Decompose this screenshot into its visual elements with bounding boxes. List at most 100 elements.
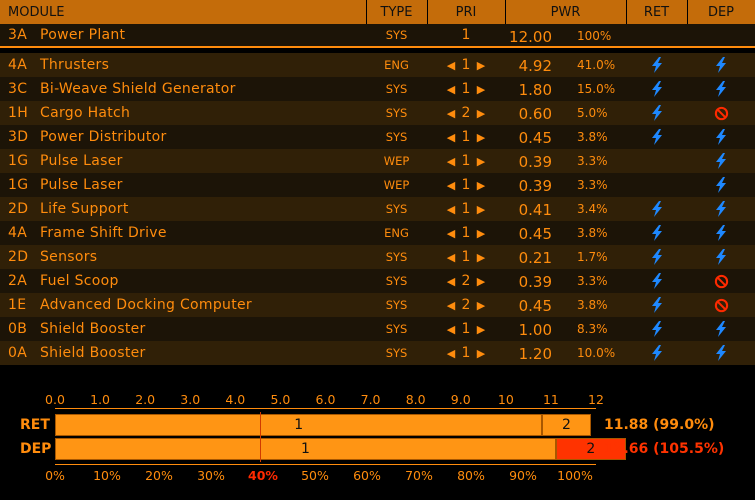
module-row[interactable]: 1H Cargo Hatch SYS ◀ 2 ▶ 0.60 5.0% [0, 101, 755, 125]
module-dep-toggle[interactable] [687, 77, 755, 101]
module-row[interactable]: 1E Advanced Docking Computer SYS ◀ 2 ▶ 0.45 3.8… [0, 293, 755, 317]
scale-tick-percent[interactable]: 20% [145, 468, 173, 483]
module-class: 3D [8, 129, 29, 145]
module-row[interactable]: 3D Power Distributor SYS ◀ 1 ▶ 0.45 3.8% [0, 125, 755, 149]
module-name: Pulse Laser [40, 153, 123, 169]
module-dep-toggle[interactable] [687, 125, 755, 149]
header-ret[interactable]: RET [626, 0, 688, 24]
module-ret-toggle[interactable] [626, 245, 687, 269]
module-ret-toggle[interactable] [626, 221, 687, 245]
priority-decrease-icon[interactable]: ◀ [443, 59, 459, 72]
scale-tick-percent[interactable]: 0% [45, 468, 65, 483]
module-dep-toggle[interactable] [687, 101, 755, 125]
scale-tick-percent[interactable]: 30% [197, 468, 225, 483]
priority-decrease-icon[interactable]: ◀ [443, 155, 459, 168]
module-dep-toggle[interactable] [687, 53, 755, 77]
module-class: 2A [8, 273, 28, 289]
module-priority-cell: ◀ 2 ▶ [427, 101, 505, 125]
module-dep-toggle[interactable] [687, 341, 755, 365]
priority-increase-icon[interactable]: ▶ [473, 107, 489, 120]
module-row[interactable]: 2D Life Support SYS ◀ 1 ▶ 0.41 3.4% [0, 197, 755, 221]
scale-tick-percent[interactable]: 90% [509, 468, 537, 483]
priority-increase-icon[interactable]: ▶ [473, 227, 489, 240]
priority-decrease-icon[interactable]: ◀ [443, 83, 459, 96]
module-ret-toggle[interactable] [626, 197, 687, 221]
module-name: Power Distributor [40, 129, 167, 145]
priority-increase-icon[interactable]: ▶ [473, 179, 489, 192]
priority-increase-icon[interactable]: ▶ [473, 275, 489, 288]
module-dep-toggle[interactable] [687, 317, 755, 341]
priority-increase-icon[interactable]: ▶ [473, 299, 489, 312]
priority-decrease-icon[interactable]: ◀ [443, 131, 459, 144]
header-pwr[interactable]: PWR [505, 0, 627, 24]
scale-tick-percent[interactable]: 50% [301, 468, 329, 483]
module-ret-toggle[interactable] [626, 269, 687, 293]
header-pri[interactable]: PRI [427, 0, 506, 24]
module-dep-toggle[interactable] [687, 245, 755, 269]
power-table: MODULE TYPE PRI PWR RET DEP 3A Power Plan… [0, 0, 755, 365]
module-row[interactable]: 1G Pulse Laser WEP ◀ 1 ▶ 0.39 3.3% [0, 149, 755, 173]
module-dep-toggle[interactable] [687, 293, 755, 317]
power-plant-row: 3A Power Plant SYS 1 12.00 100% [0, 24, 755, 48]
header-dep[interactable]: DEP [687, 0, 755, 24]
priority-increase-icon[interactable]: ▶ [473, 59, 489, 72]
priority-decrease-icon[interactable]: ◀ [443, 227, 459, 240]
module-priority-cell: ◀ 1 ▶ [427, 53, 505, 77]
module-ret-toggle[interactable] [626, 125, 687, 149]
module-power-cell: 1.80 15.0% [505, 77, 626, 101]
module-ret-toggle[interactable] [626, 293, 687, 317]
module-dep-toggle[interactable] [687, 173, 755, 197]
scale-tick-percent[interactable]: 40% [248, 468, 278, 483]
scale-tick-percent[interactable]: 70% [405, 468, 433, 483]
module-dep-toggle[interactable] [687, 149, 755, 173]
scale-tick-percent[interactable]: 60% [353, 468, 381, 483]
priority-decrease-icon[interactable]: ◀ [443, 179, 459, 192]
module-row[interactable]: 2D Sensors SYS ◀ 1 ▶ 0.21 1.7% [0, 245, 755, 269]
module-row[interactable]: 4A Frame Shift Drive ENG ◀ 1 ▶ 0.45 3.8% [0, 221, 755, 245]
module-power-cell: 0.45 3.8% [505, 293, 626, 317]
priority-decrease-icon[interactable]: ◀ [443, 323, 459, 336]
priority-increase-icon[interactable]: ▶ [473, 155, 489, 168]
priority-decrease-icon[interactable]: ◀ [443, 251, 459, 264]
priority-increase-icon[interactable]: ▶ [473, 347, 489, 360]
module-row[interactable]: 2A Fuel Scoop SYS ◀ 2 ▶ 0.39 3.3% [0, 269, 755, 293]
priority-increase-icon[interactable]: ▶ [473, 131, 489, 144]
module-row[interactable]: 0B Shield Booster SYS ◀ 1 ▶ 1.00 8.3% [0, 317, 755, 341]
module-ret-toggle[interactable] [626, 317, 687, 341]
module-row[interactable]: 3C Bi-Weave Shield Generator SYS ◀ 1 ▶ 1.80 15.… [0, 77, 755, 101]
module-dep-toggle[interactable] [687, 221, 755, 245]
priority-decrease-icon[interactable]: ◀ [443, 203, 459, 216]
module-ret-toggle[interactable] [626, 101, 687, 125]
module-power: 0.45 [518, 225, 552, 243]
module-row[interactable]: 1G Pulse Laser WEP ◀ 1 ▶ 0.39 3.3% [0, 173, 755, 197]
bolt-icon [651, 273, 662, 289]
priority-increase-icon[interactable]: ▶ [473, 203, 489, 216]
module-dep-toggle[interactable] [687, 197, 755, 221]
segment-label: 2 [561, 417, 571, 433]
priority-decrease-icon[interactable]: ◀ [443, 299, 459, 312]
priority-increase-icon[interactable]: ▶ [473, 83, 489, 96]
module-ret-toggle[interactable] [626, 173, 687, 197]
scale-tick-percent[interactable]: 80% [457, 468, 485, 483]
module-ret-toggle[interactable] [626, 77, 687, 101]
module-dep-toggle[interactable] [687, 269, 755, 293]
priority-decrease-icon[interactable]: ◀ [443, 275, 459, 288]
module-cell: 2D Sensors [0, 245, 366, 269]
header-type[interactable]: TYPE [366, 0, 428, 24]
scale-tick-percent[interactable]: 100% [557, 468, 593, 483]
header-module[interactable]: MODULE [0, 0, 367, 24]
module-type: SYS [366, 245, 427, 269]
module-power-percent: 5.0% [577, 106, 608, 120]
priority-increase-icon[interactable]: ▶ [473, 323, 489, 336]
module-row[interactable]: 0A Shield Booster SYS ◀ 1 ▶ 1.20 10.0% [0, 341, 755, 365]
scale-tick-percent[interactable]: 10% [93, 468, 121, 483]
module-row[interactable]: 4A Thrusters ENG ◀ 1 ▶ 4.92 41.0% [0, 53, 755, 77]
module-ret-toggle[interactable] [626, 149, 687, 173]
module-ret-toggle[interactable] [626, 341, 687, 365]
priority-increase-icon[interactable]: ▶ [473, 251, 489, 264]
module-ret-toggle[interactable] [626, 53, 687, 77]
priority-decrease-icon[interactable]: ◀ [443, 347, 459, 360]
module-name: Power Plant [40, 27, 126, 43]
module-priority: 1 [461, 321, 471, 337]
priority-decrease-icon[interactable]: ◀ [443, 107, 459, 120]
